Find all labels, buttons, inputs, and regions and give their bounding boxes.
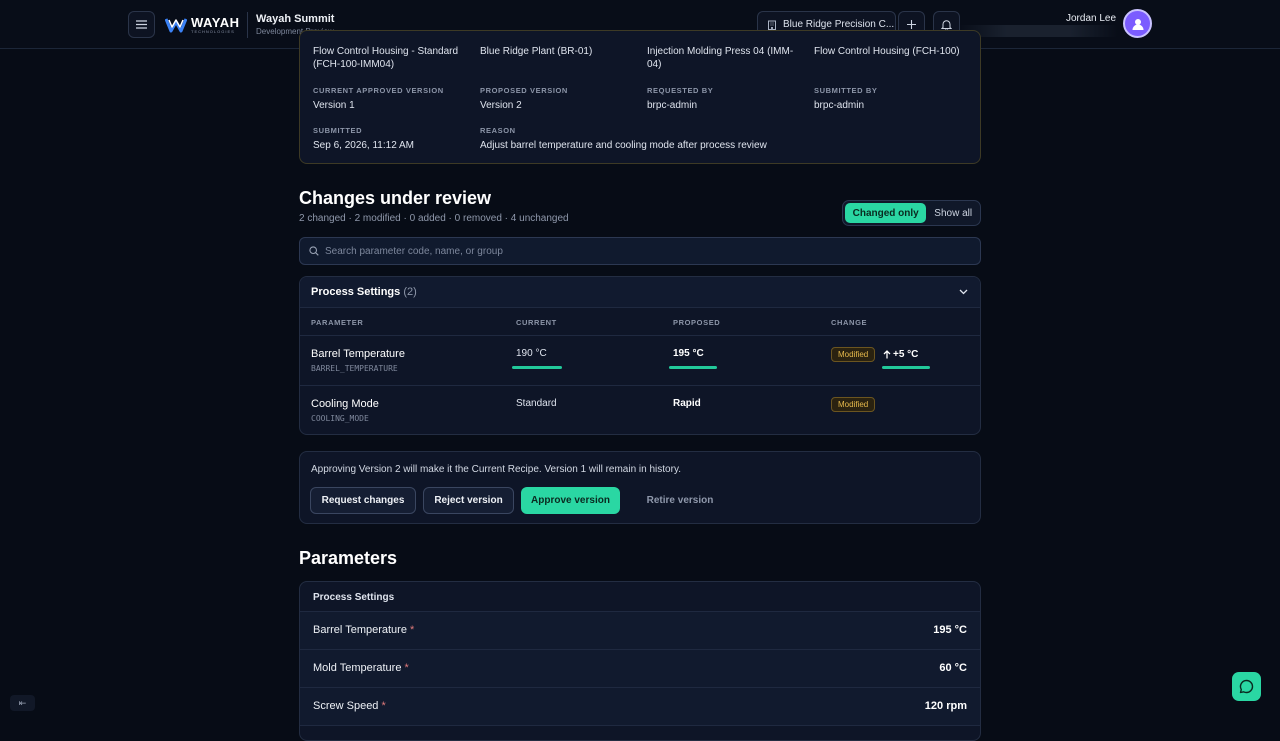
- search-input[interactable]: [325, 245, 925, 257]
- brand-divider: [247, 12, 248, 38]
- proposed-change-underline: [669, 366, 717, 369]
- building-icon: [768, 20, 776, 30]
- modified-badge: Modified: [831, 397, 876, 412]
- column-proposed: PROPOSED: [673, 318, 721, 327]
- column-parameter: PARAMETER: [311, 318, 364, 327]
- wayah-logo-icon: [165, 18, 187, 33]
- app-name: Wayah Summit: [256, 13, 335, 25]
- reason-label: REASON: [480, 126, 516, 135]
- reason-value: Adjust barrel temperature and cooling mo…: [480, 140, 767, 151]
- group-count: (2): [403, 286, 417, 298]
- reject-version-button[interactable]: Reject version: [423, 487, 514, 514]
- parameters-title: Parameters: [299, 548, 398, 568]
- menu-button[interactable]: [128, 11, 155, 38]
- retire-version-button[interactable]: Retire version: [630, 487, 730, 514]
- column-current: CURRENT: [516, 318, 557, 327]
- bell-icon: [941, 19, 952, 31]
- requested-by-value: brpc-admin: [647, 100, 698, 111]
- user-name: Jordan Lee: [1066, 13, 1117, 24]
- request-changes-button[interactable]: Request changes: [310, 487, 416, 514]
- barrel-temperature-code: BARREL_TEMPERATURE: [311, 364, 398, 373]
- chat-bubble-icon: [1239, 679, 1254, 694]
- parameter-value: 120 rpm: [924, 700, 967, 712]
- proposed-version-value: Version 2: [480, 100, 522, 111]
- group-name: Process Settings: [311, 286, 401, 298]
- cooling-mode-current: Standard: [516, 398, 557, 409]
- parameter-name: Mold Temperature *: [313, 662, 409, 674]
- parameter-row: Mold Temperature * 60 °C: [300, 650, 980, 688]
- changes-summary: 2 changed · 2 modified · 0 added · 0 rem…: [299, 213, 569, 224]
- delta-value: +5 °C: [893, 349, 919, 360]
- table-header-divider: [300, 335, 980, 336]
- changed-only-toggle[interactable]: Changed only: [845, 203, 927, 223]
- approve-version-button[interactable]: Approve version: [521, 487, 620, 514]
- parameter-value: 60 °C: [939, 662, 967, 674]
- wayah-logo[interactable]: WAYAH TECHNOLOGIES: [165, 12, 240, 38]
- changes-filter-toggle: Changed only Show all: [842, 200, 981, 226]
- changes-table-card: Process Settings (2) PARAMETER CURRENT P…: [299, 276, 981, 435]
- recipe-value: Flow Control Housing - Standard (FCH-100…: [313, 46, 459, 70]
- parameter-search: [299, 237, 981, 265]
- proposed-version-label: PROPOSED VERSION: [480, 86, 568, 95]
- barrel-temperature-current: 190 °C: [516, 348, 547, 359]
- approval-card: Approving Version 2 will make it the Cur…: [299, 451, 981, 524]
- current-version-label: CURRENT APPROVED VERSION: [313, 86, 444, 95]
- arrow-up-icon: [883, 350, 891, 359]
- current-change-underline: [512, 366, 562, 369]
- user-email-redacted: [958, 25, 1118, 37]
- barrel-temperature-proposed: 195 °C: [673, 348, 704, 359]
- parameters-group-name: Process Settings: [313, 592, 395, 603]
- organization-name: Blue Ridge Precision C...: [783, 19, 895, 30]
- logo-wordmark: WAYAH: [191, 14, 240, 30]
- user-avatar[interactable]: [1123, 9, 1152, 38]
- user-icon: [1132, 18, 1143, 30]
- show-all-toggle[interactable]: Show all: [928, 203, 978, 223]
- chevron-down-icon[interactable]: [959, 289, 968, 295]
- hamburger-icon: [136, 20, 147, 29]
- cooling-mode-name: Cooling Mode: [311, 398, 379, 410]
- plus-icon: [907, 20, 916, 29]
- recipe-summary-card: Flow Control Housing - Standard (FCH-100…: [299, 30, 981, 164]
- changes-title: Changes under review: [299, 188, 492, 208]
- equipment-value: Injection Molding Press 04 (IMM-04): [647, 46, 794, 70]
- submitted-by-value: brpc-admin: [814, 100, 865, 111]
- required-mark: *: [404, 662, 409, 674]
- submitted-value: Sep 6, 2026, 11:12 AM: [313, 140, 415, 151]
- delta-underline: [882, 366, 930, 369]
- logo-subtitle: TECHNOLOGIES: [191, 28, 235, 34]
- row-divider: [300, 385, 980, 386]
- parameter-name: Screw Speed *: [313, 700, 386, 712]
- modified-badge: Modified: [831, 347, 876, 362]
- cooling-mode-code: COOLING_MODE: [311, 414, 369, 423]
- group-title: Process Settings (2): [311, 286, 417, 298]
- parameter-value: 195 °C: [933, 624, 967, 636]
- plant-value: Blue Ridge Plant (BR-01): [480, 46, 593, 57]
- required-mark: *: [410, 624, 415, 636]
- submitted-label: SUBMITTED: [313, 126, 363, 135]
- barrel-temperature-name: Barrel Temperature: [311, 348, 405, 360]
- requested-by-label: REQUESTED BY: [647, 86, 714, 95]
- parameters-card: Process Settings Barrel Temperature * 19…: [299, 581, 981, 741]
- collapse-sidebar-button[interactable]: ⇤: [10, 695, 35, 711]
- submitted-by-label: SUBMITTED BY: [814, 86, 878, 95]
- approval-message: Approving Version 2 will make it the Cur…: [311, 464, 681, 475]
- process-settings-group-header[interactable]: Process Settings (2): [300, 277, 980, 308]
- product-value: Flow Control Housing (FCH-100): [814, 46, 960, 57]
- search-icon: [309, 246, 319, 256]
- current-version-value: Version 1: [313, 100, 355, 111]
- column-change: CHANGE: [831, 318, 868, 327]
- parameter-name: Barrel Temperature *: [313, 624, 415, 636]
- cooling-mode-proposed: Rapid: [673, 398, 701, 409]
- parameter-row: Screw Speed * 120 rpm: [300, 688, 980, 726]
- parameters-group-header: Process Settings: [300, 582, 980, 612]
- barrel-temperature-delta: +5 °C: [883, 349, 918, 360]
- chat-button[interactable]: [1232, 672, 1261, 701]
- parameter-row: Barrel Temperature * 195 °C: [300, 612, 980, 650]
- required-mark: *: [381, 700, 386, 712]
